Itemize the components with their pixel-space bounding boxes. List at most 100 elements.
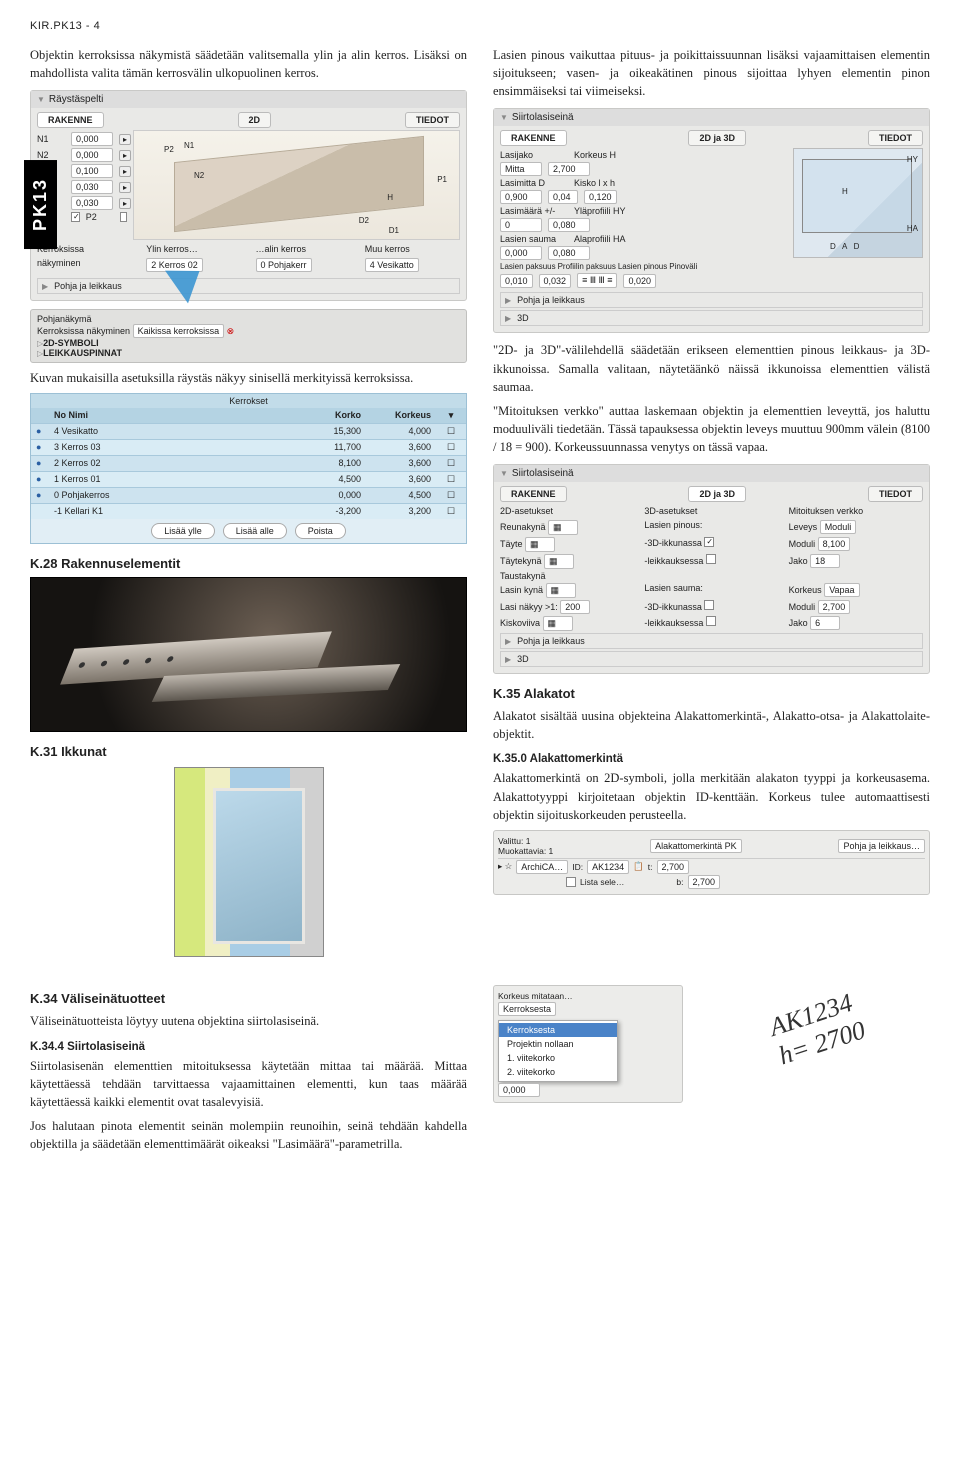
input[interactable]: 0,010: [500, 274, 533, 288]
korkeus-popup: Korkeus mitataan… Kerroksesta Kerroksest…: [493, 985, 683, 1103]
collapse-icon[interactable]: ▼: [500, 113, 508, 122]
row-label: Pohjanäkymä: [37, 314, 92, 324]
label: Taustakynä: [500, 571, 634, 581]
input-n2[interactable]: 0,000: [71, 148, 113, 162]
dropdown-alin[interactable]: 0 Pohjakerr: [256, 258, 312, 272]
btn-lisaa-ylle[interactable]: Lisää ylle: [151, 523, 215, 539]
table-row[interactable]: ●3 Kerros 0311,7003,600☐: [31, 439, 466, 455]
label: Lasien sauma:: [644, 583, 778, 598]
table-row[interactable]: ●2 Kerros 028,1003,600☐: [31, 455, 466, 471]
label: Lasimitta D: [500, 178, 568, 188]
input[interactable]: 8,100: [818, 537, 851, 551]
expand-icon[interactable]: ▶: [505, 655, 511, 664]
label[interactable]: 3D: [517, 654, 529, 664]
checkbox-p1[interactable]: [71, 212, 80, 222]
tab-rakenne[interactable]: RAKENNE: [500, 486, 567, 502]
label: Jako 6: [789, 616, 923, 631]
input[interactable]: Vapaa: [824, 583, 859, 597]
lock-icon[interactable]: ⊗: [227, 326, 235, 336]
table-row[interactable]: -1 Kellari K1-3,2003,200☐: [31, 503, 466, 519]
input[interactable]: 2,700: [688, 875, 721, 889]
input[interactable]: 2,700: [548, 162, 590, 176]
stepper-icon[interactable]: ▸: [119, 166, 131, 177]
dropdown-kerrokset[interactable]: Kaikissa kerroksissa: [133, 324, 225, 338]
menu-item[interactable]: 2. viitekorko: [499, 1065, 617, 1079]
collapse-icon[interactable]: ▼: [500, 469, 508, 478]
input-id[interactable]: AK1234: [587, 860, 629, 874]
input-n1[interactable]: 0,000: [71, 132, 113, 146]
input[interactable]: 0,080: [548, 246, 590, 260]
body-text: Alakattomerkintä on 2D-symboli, jolla me…: [493, 769, 930, 823]
expand-icon[interactable]: ▶: [42, 282, 48, 291]
input[interactable]: 2,700: [818, 600, 851, 614]
dropdown[interactable]: Pohja ja leikkaus…: [838, 839, 925, 853]
table-title: Kerrokset: [31, 394, 466, 408]
collapse-icon[interactable]: ▼: [37, 95, 45, 104]
table-row[interactable]: ●0 Pohjakerros0,0004,500☐: [31, 487, 466, 503]
pinous-icons[interactable]: ≡ Ⅲ Ⅲ ≡: [577, 273, 617, 288]
btn-lisaa-alle[interactable]: Lisää alle: [223, 523, 287, 539]
tab-tiedot[interactable]: TIEDOT: [868, 130, 923, 146]
tab-rakenne[interactable]: RAKENNE: [500, 130, 567, 146]
dropdown[interactable]: Kerroksesta: [498, 1002, 556, 1016]
expand-icon[interactable]: ▶: [505, 314, 511, 323]
table-row[interactable]: ●4 Vesikatto15,3004,000☐: [31, 423, 466, 439]
stepper-icon[interactable]: ▸: [119, 182, 131, 193]
input-d1[interactable]: 0,030: [71, 180, 113, 194]
tab-tiedot[interactable]: TIEDOT: [868, 486, 923, 502]
input[interactable]: 0,04: [548, 190, 578, 204]
right-column: Lasien pinous vaikuttaa pituus- ja poiki…: [493, 46, 930, 969]
col-val: näkyminen: [37, 258, 132, 272]
label: Lasin kynä ▦: [500, 583, 634, 598]
label[interactable]: Pohja ja leikkaus: [517, 636, 585, 646]
pohja-label[interactable]: Pohja ja leikkaus: [54, 281, 122, 291]
input[interactable]: 0,120: [584, 190, 617, 204]
tab-rakenne[interactable]: RAKENNE: [37, 112, 104, 128]
dropdown-menu[interactable]: Kerroksesta Projektin nollaan 1. viiteko…: [498, 1020, 618, 1082]
input[interactable]: Moduli: [820, 520, 857, 534]
expand-icon[interactable]: ▶: [505, 296, 511, 305]
input[interactable]: 0: [500, 218, 542, 232]
input-d2[interactable]: 0,030: [71, 196, 113, 210]
label[interactable]: Pohja ja leikkaus: [517, 295, 585, 305]
tab-2d3d[interactable]: 2D ja 3D: [688, 486, 746, 502]
tab-2d[interactable]: 2D: [238, 112, 272, 128]
input[interactable]: 0,080: [548, 218, 590, 232]
input[interactable]: 18: [810, 554, 840, 568]
stepper-icon[interactable]: ▸: [119, 150, 131, 161]
tab-tiedot[interactable]: TIEDOT: [405, 112, 460, 128]
stepper-icon[interactable]: ▸: [119, 198, 131, 209]
object-name[interactable]: Alakattomerkintä PK: [650, 839, 742, 853]
link[interactable]: ArchiCA…: [516, 860, 568, 874]
tab-2d3d[interactable]: 2D ja 3D: [688, 130, 746, 146]
expand-icon[interactable]: ▶: [505, 637, 511, 646]
popup-title: Korkeus mitataan…: [498, 991, 678, 1001]
btn-poista[interactable]: Poista: [295, 523, 346, 539]
body-text: Siirtolasisenän elementtien mitoituksess…: [30, 1057, 467, 1111]
input[interactable]: 0,900: [500, 190, 542, 204]
input[interactable]: 0,000: [500, 246, 542, 260]
label[interactable]: 3D: [517, 313, 529, 323]
dropdown-muu[interactable]: 4 Vesikatto: [365, 258, 419, 272]
menu-item[interactable]: 1. viitekorko: [499, 1051, 617, 1065]
table-row[interactable]: ●1 Kerros 014,5003,600☐: [31, 471, 466, 487]
body-text: "Mitoituksen verkko" auttaa laskemaan ob…: [493, 402, 930, 456]
checkbox[interactable]: [566, 877, 576, 887]
menu-item[interactable]: Kerroksesta: [499, 1023, 617, 1037]
input[interactable]: 6: [810, 616, 840, 630]
stepper-icon[interactable]: ▸: [119, 134, 131, 145]
input[interactable]: 0,032: [539, 274, 572, 288]
menu-item[interactable]: Projektin nollaan: [499, 1037, 617, 1051]
checkbox-p2[interactable]: [120, 212, 127, 222]
label: Kisko l x h: [574, 178, 642, 188]
input[interactable]: 0,000: [498, 1083, 540, 1097]
status: Muokattavia: 1: [498, 846, 553, 856]
pohja-subpanel: Pohjanäkymä Kerroksissa näkyminen Kaikis…: [30, 309, 467, 363]
col-head: 3D-asetukset: [644, 506, 778, 516]
input[interactable]: 0,020: [623, 274, 656, 288]
col-header: No Nimi: [49, 408, 296, 423]
input-h[interactable]: 0,100: [71, 164, 113, 178]
dropdown-mitta[interactable]: Mitta: [500, 162, 542, 176]
input[interactable]: 2,700: [657, 860, 690, 874]
label: ID:: [572, 862, 583, 872]
